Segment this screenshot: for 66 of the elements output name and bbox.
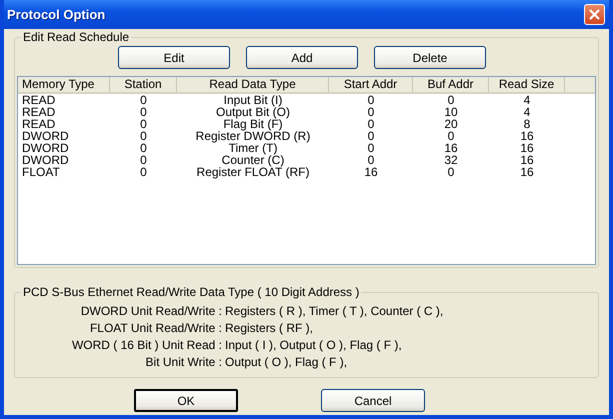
- table-cell: 0: [140, 93, 147, 107]
- table-cell: Flag Bit (F): [223, 117, 283, 131]
- table-cell: 16: [520, 153, 534, 167]
- table-cell: Register DWORD (R): [196, 129, 310, 143]
- table-cell: 16: [520, 165, 534, 179]
- table-cell: 16: [444, 141, 458, 155]
- table-cell: 4: [524, 93, 530, 107]
- table-cell: Timer (T): [228, 141, 278, 155]
- column-header[interactable]: Read Size: [489, 77, 565, 92]
- table-cell: 0: [140, 153, 147, 167]
- table-cell: Input Bit (I): [224, 93, 282, 107]
- table-cell: 0: [368, 117, 374, 131]
- info-label: DWORD Unit Read/Write :: [80, 304, 222, 318]
- close-icon: [588, 8, 601, 21]
- info-label: Bit Unit Write :: [146, 355, 222, 369]
- group-label: PCD S-Bus Ethernet Read/Write Data Type ( 10 Digit Address ): [21, 285, 362, 299]
- table-cell: 16: [364, 165, 378, 179]
- table-cell: Register FLOAT (RF): [196, 165, 310, 179]
- close-button[interactable]: [584, 4, 605, 25]
- table-cell: 0: [140, 129, 147, 143]
- column-header[interactable]: Station: [110, 77, 177, 92]
- table-cell: 20: [444, 117, 458, 131]
- table-cell: DWORD: [22, 153, 69, 167]
- column-header[interactable]: Read Data Type: [177, 77, 329, 92]
- table-cell: Output Bit (O): [216, 105, 290, 119]
- table-cell: 0: [448, 93, 454, 107]
- table-cell: 16: [520, 129, 534, 143]
- info-text: Registers ( RF ),: [225, 321, 314, 335]
- table-cell: 0: [368, 153, 374, 167]
- table-cell: 0: [140, 117, 147, 131]
- info-text: Output ( O ), Flag ( F ),: [225, 355, 348, 369]
- table-cell: DWORD: [22, 141, 69, 155]
- column-header[interactable]: Memory Type: [18, 77, 110, 92]
- table-cell: FLOAT: [22, 165, 60, 179]
- table-cell: Counter (C): [222, 153, 284, 167]
- table-cell: READ: [22, 117, 56, 131]
- info-text: Input ( I ), Output ( O ), Flag ( F ),: [225, 338, 402, 352]
- table-cell: 0: [140, 165, 147, 179]
- toolbar-button[interactable]: Delete: [374, 46, 486, 69]
- table-cell: 32: [444, 153, 458, 167]
- table-cell: READ: [22, 105, 56, 119]
- info-label: FLOAT Unit Read/Write :: [90, 321, 222, 335]
- table-cell: 0: [140, 105, 147, 119]
- table-cell: 8: [524, 117, 530, 131]
- group-label: Edit Read Schedule: [21, 30, 132, 44]
- table-cell: 16: [520, 141, 534, 155]
- ok-button[interactable]: OK: [134, 389, 238, 412]
- table-cell: 0: [368, 129, 374, 143]
- window-title: Protocol Option: [7, 7, 106, 22]
- table-cell: 0: [448, 129, 454, 143]
- table-cell: 0: [368, 105, 374, 119]
- table-cell: 0: [448, 165, 454, 179]
- toolbar-button[interactable]: Add: [246, 46, 358, 69]
- toolbar-button[interactable]: Edit: [118, 46, 230, 69]
- info-text: Registers ( R ), Timer ( T ), Counter ( C ),: [225, 304, 444, 318]
- table-cell: 0: [140, 141, 147, 155]
- info-label: WORD ( 16 Bit ) Unit Read :: [72, 338, 222, 352]
- cancel-button[interactable]: Cancel: [321, 389, 425, 412]
- table-cell: READ: [22, 93, 56, 107]
- table-cell: 4: [524, 105, 530, 119]
- column-header[interactable]: Buf Addr: [413, 77, 489, 92]
- table-cell: 0: [368, 141, 374, 155]
- table-cell: 10: [444, 105, 458, 119]
- table-cell: 0: [368, 93, 374, 107]
- column-header[interactable]: Start Addr: [329, 77, 413, 92]
- table-cell: DWORD: [22, 129, 69, 143]
